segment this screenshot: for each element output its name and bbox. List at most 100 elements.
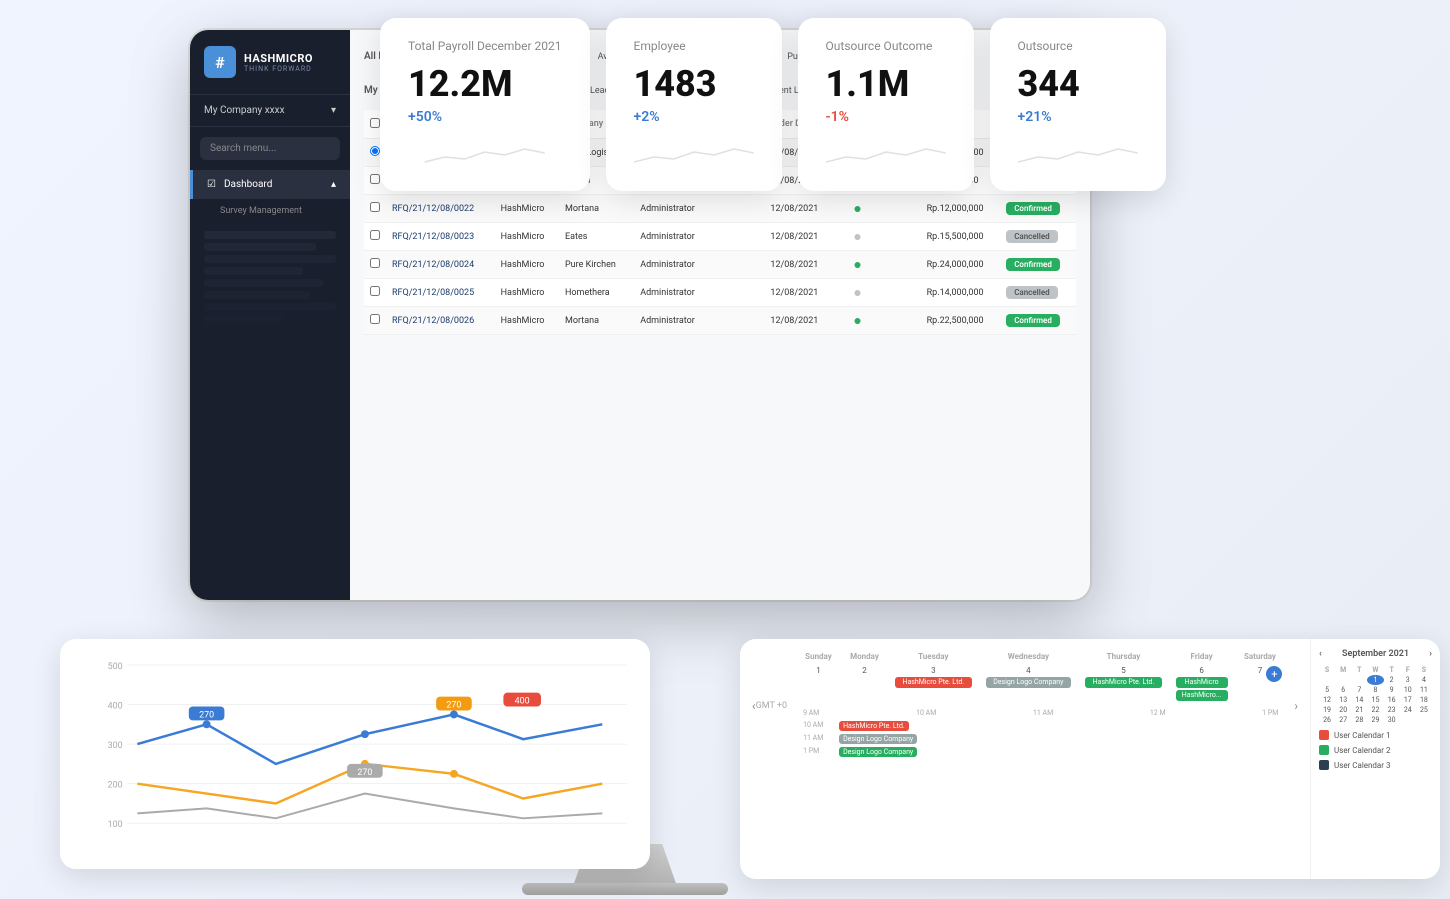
sidebar-item-survey[interactable]: Survey Management — [190, 199, 350, 223]
mini-cal-day[interactable]: 12 — [1319, 695, 1335, 705]
cell-rep: Administrator — [634, 307, 764, 335]
row-select-4[interactable] — [370, 258, 380, 268]
mini-cal-day[interactable]: 6 — [1335, 685, 1351, 695]
row-select-3[interactable] — [370, 230, 380, 240]
mini-cal-next[interactable]: › — [1429, 649, 1432, 659]
cell-company: Eates — [559, 223, 634, 251]
mini-cal-day[interactable]: 25 — [1416, 705, 1432, 715]
company-selector[interactable]: My Company xxxx ▾ — [190, 95, 350, 127]
mini-cal-day[interactable]: 3 — [1400, 675, 1416, 685]
cal-next-btn[interactable]: › — [1294, 699, 1298, 713]
row-select-2[interactable] — [370, 202, 380, 212]
mini-cal-day[interactable]: 9 — [1384, 685, 1400, 695]
cell-rep: Administrator — [634, 279, 764, 307]
company-name: My Company xxxx — [204, 105, 285, 116]
cell-activity: ● — [847, 279, 920, 307]
cell-ref: RFQ/21/12/08/0025 — [386, 279, 495, 307]
mini-cal-day[interactable]: 10 — [1400, 685, 1416, 695]
sidebar-sub-label: Survey Management — [220, 206, 302, 216]
time-slot-label: 10 AM — [803, 721, 833, 731]
mini-cal-day[interactable]: 5 — [1319, 685, 1335, 695]
table-row: RFQ/21/12/08/0025 HashMicro Homethera Ad… — [364, 279, 1076, 307]
legend-label-3: User Calendar 3 — [1334, 761, 1390, 770]
status-badge: Cancelled — [1006, 230, 1057, 243]
mini-cal-day[interactable]: 27 — [1335, 715, 1351, 725]
sidebar-bar-7 — [204, 303, 336, 311]
event-design-logo[interactable]: Design Logo Company — [986, 677, 1072, 688]
time-slot-label-3: 1 PM — [803, 747, 833, 757]
mini-cal-day[interactable]: 26 — [1319, 715, 1335, 725]
add-event-btn[interactable]: + — [1266, 666, 1282, 682]
mini-cal-day[interactable]: 18 — [1416, 695, 1432, 705]
mini-cal-day[interactable]: 14 — [1351, 695, 1367, 705]
cell-status: Confirmed — [1000, 251, 1076, 279]
mini-cal-day[interactable]: 24 — [1400, 705, 1416, 715]
mini-cal-day[interactable]: 13 — [1335, 695, 1351, 705]
sparkline-2 — [826, 137, 946, 167]
kpi-title-1: Employee — [634, 38, 754, 55]
mini-cal-day[interactable]: 29 — [1367, 715, 1383, 725]
mini-cal-prev[interactable]: ‹ — [1319, 649, 1322, 659]
row-select-0[interactable] — [370, 146, 380, 156]
mini-cal-day[interactable]: 4 — [1416, 675, 1432, 685]
cell-activity: ● — [847, 195, 920, 223]
cal-cell-5: 5 HashMicro Pte. Ltd. — [1079, 664, 1167, 703]
mini-cal-day[interactable]: 15 — [1367, 695, 1383, 705]
mini-cal-day — [1416, 715, 1432, 725]
mini-col-t1: T — [1351, 665, 1367, 675]
mini-cal-day[interactable]: 23 — [1384, 705, 1400, 715]
select-all-checkbox[interactable] — [370, 118, 380, 128]
row-select-5[interactable] — [370, 286, 380, 296]
mini-cal-day[interactable]: 11 — [1416, 685, 1432, 695]
gmt-label: GMT +0 — [756, 701, 787, 711]
mini-cal-day — [1335, 675, 1351, 685]
cal-cell-7: 7 + — [1236, 664, 1285, 703]
col-saturday: Saturday — [1236, 651, 1285, 662]
mini-cal-day[interactable]: 8 — [1367, 685, 1383, 695]
event-slot-grey[interactable]: Design Logo Company — [839, 734, 917, 744]
cell-deadline: 12/08/2021 — [764, 251, 847, 279]
mini-cal-day[interactable]: 17 — [1400, 695, 1416, 705]
svg-text:100: 100 — [108, 820, 123, 830]
monitor-base — [522, 883, 728, 895]
kpi-title-3: Outsource — [1018, 38, 1138, 55]
cell-activity: ● — [847, 223, 920, 251]
event-slot-red[interactable]: HashMicro Pte. Ltd. — [839, 721, 909, 731]
mini-col-m: M — [1335, 665, 1351, 675]
col-friday: Friday — [1170, 651, 1234, 662]
mini-cal-day[interactable]: 22 — [1367, 705, 1383, 715]
event-hashmicro-fri-2[interactable]: HashMicro... — [1176, 690, 1228, 701]
event-hashmicro-thu[interactable]: HashMicro Pte. Ltd. — [1085, 677, 1161, 688]
mini-cal-day[interactable]: 7 — [1351, 685, 1367, 695]
mini-cal-day[interactable]: 16 — [1384, 695, 1400, 705]
sidebar: # HASHMICRO THINK FORWARD My Company xxx… — [190, 30, 350, 600]
event-hashmicro-fri-1[interactable]: HashMicro — [1176, 677, 1228, 688]
table-row: RFQ/21/12/08/0023 HashMicro Eates Admini… — [364, 223, 1076, 251]
row-select-1[interactable] — [370, 174, 380, 184]
kpi-change-2: -1% — [826, 109, 946, 125]
mini-cal-day[interactable]: 2 — [1384, 675, 1400, 685]
legend-item-1: User Calendar 1 — [1319, 730, 1432, 740]
col-wednesday: Wednesday — [980, 651, 1078, 662]
cell-ref: RFQ/21/12/08/0023 — [386, 223, 495, 251]
row-select-6[interactable] — [370, 314, 380, 324]
event-slot-green[interactable]: Design Logo Company — [839, 747, 917, 757]
cell-vendor: HashMicro — [495, 251, 559, 279]
kpi-value-3: 344 — [1018, 63, 1138, 105]
sidebar-item-dashboard[interactable]: ☑ Dashboard ▴ — [190, 170, 350, 199]
status-badge: Cancelled — [1006, 286, 1057, 299]
mini-cal-day[interactable]: 1 — [1367, 675, 1383, 685]
search-placeholder: Search menu... — [210, 143, 276, 154]
event-hashmicro-tue[interactable]: HashMicro Pte. Ltd. — [895, 677, 971, 688]
mini-cal-day[interactable]: 20 — [1335, 705, 1351, 715]
mini-cal-day[interactable]: 19 — [1319, 705, 1335, 715]
calendar-header: ‹ GMT +0 Sunday Monday Tuesday Wednesday… — [752, 649, 1298, 763]
mini-cal-day[interactable]: 28 — [1351, 715, 1367, 725]
time-11am: 11 AM — [1033, 709, 1053, 717]
mini-cal-day[interactable]: 30 — [1384, 715, 1400, 725]
svg-text:400: 400 — [515, 697, 530, 707]
mini-cal-day[interactable]: 21 — [1351, 705, 1367, 715]
cell-rep: Administrator — [634, 195, 764, 223]
mini-cal-day — [1319, 675, 1335, 685]
search-box[interactable]: Search menu... — [200, 137, 340, 160]
